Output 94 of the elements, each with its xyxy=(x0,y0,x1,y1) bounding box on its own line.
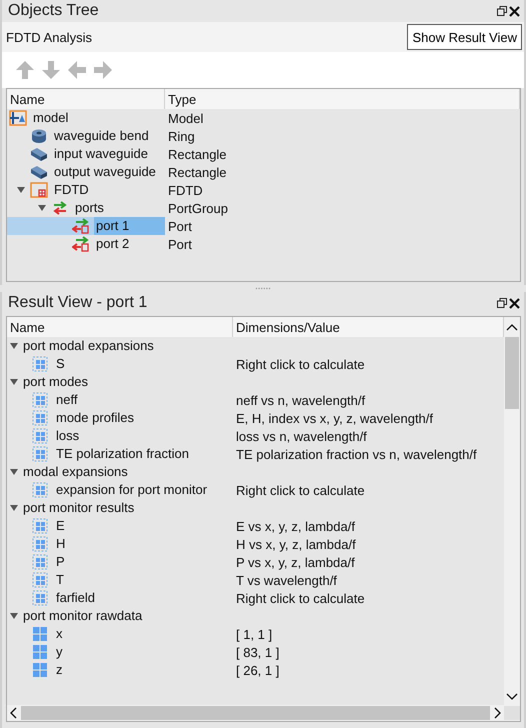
value-cell-text: Right click to calculate xyxy=(235,356,365,372)
expand-arrow-icon[interactable] xyxy=(7,343,21,349)
close-icon[interactable] xyxy=(509,298,520,308)
result-item[interactable]: TE polarization fraction xyxy=(7,445,233,463)
value-cell-text: [ 26, 1 ] xyxy=(235,662,280,678)
dashed-grid-icon xyxy=(32,572,48,588)
dashed-grid-icon xyxy=(32,410,48,426)
tree-item[interactable]: ports xyxy=(7,199,165,217)
dashed-grid-icon xyxy=(32,590,48,606)
value-cell-text: H vs x, y, z, lambda/f xyxy=(235,536,356,552)
expand-arrow-icon[interactable] xyxy=(14,187,28,193)
result-item[interactable]: H xyxy=(7,535,233,553)
column-header[interactable]: Name xyxy=(7,317,233,337)
port-icon xyxy=(72,236,90,252)
dashed-grid-icon xyxy=(32,392,48,408)
simulation-box-icon xyxy=(30,182,48,198)
dashed-grid-icon xyxy=(32,428,48,444)
dashed-grid-icon xyxy=(32,446,48,462)
result-item[interactable]: E xyxy=(7,517,233,535)
value-cell-text: E vs x, y, z, lambda/f xyxy=(235,518,355,534)
type-cell-text: Rectangle xyxy=(167,146,227,162)
vertical-scrollbar[interactable] xyxy=(504,317,520,705)
group-item[interactable]: port modes xyxy=(7,373,233,391)
tree-item[interactable]: port 2 xyxy=(7,235,165,253)
restore-icon[interactable] xyxy=(497,6,507,16)
tree-item[interactable]: output waveguide xyxy=(7,163,165,181)
result-item[interactable]: neff xyxy=(7,391,233,409)
group-item[interactable]: port modal expansions xyxy=(7,337,233,355)
result-item[interactable]: mode profiles xyxy=(7,409,233,427)
type-cell-text: Port xyxy=(167,236,192,252)
close-icon[interactable] xyxy=(509,6,520,16)
restore-icon[interactable] xyxy=(497,298,507,308)
column-header[interactable]: Name xyxy=(7,89,165,109)
type-cell-text: Ring xyxy=(167,128,195,144)
model-icon xyxy=(9,110,27,126)
value-cell-text: Right click to calculate xyxy=(235,590,365,606)
block-icon xyxy=(30,164,48,180)
tree-item[interactable]: waveguide bend xyxy=(7,127,165,145)
show-result-view-button[interactable]: Show Result View xyxy=(407,24,522,50)
block-icon xyxy=(30,146,48,162)
type-cell-text: Port xyxy=(167,218,192,234)
type-cell-text: Rectangle xyxy=(167,164,227,180)
result-item[interactable]: x xyxy=(7,625,233,643)
result-item[interactable]: T xyxy=(7,571,233,589)
value-cell-text: [ 1, 1 ] xyxy=(235,626,272,642)
value-cell-text: TE polarization fraction vs n, wavelength/f xyxy=(235,446,477,462)
grid-icon xyxy=(32,626,48,642)
result-item[interactable]: loss xyxy=(7,427,233,445)
expand-arrow-icon[interactable] xyxy=(7,505,21,511)
value-cell-text: E, H, index vs x, y, z, wavelength/f xyxy=(235,410,434,426)
cylinder-icon xyxy=(30,128,48,144)
result-item[interactable]: S xyxy=(7,355,233,373)
result-item[interactable]: farfield xyxy=(7,589,233,607)
value-cell-text: Right click to calculate xyxy=(235,482,365,498)
scroll-thumb[interactable] xyxy=(21,706,490,720)
tree-item[interactable]: input waveguide xyxy=(7,145,165,163)
dashed-grid-icon xyxy=(32,518,48,534)
value-cell-text: T vs wavelength/f xyxy=(235,572,337,588)
type-cell-text: PortGroup xyxy=(167,200,228,216)
dashed-grid-icon xyxy=(32,554,48,570)
grid-icon xyxy=(32,662,48,678)
tree-item[interactable]: model xyxy=(7,109,165,127)
port-icon xyxy=(72,218,90,234)
result-item[interactable]: z xyxy=(7,661,233,679)
dashed-grid-icon xyxy=(32,356,48,372)
tree-item[interactable]: port 1 xyxy=(7,217,165,235)
expand-arrow-icon[interactable] xyxy=(35,205,49,211)
value-cell-text: [ 83, 1 ] xyxy=(235,644,280,660)
scroll-thumb[interactable] xyxy=(505,337,519,409)
tree-item[interactable]: FDTD xyxy=(7,181,165,199)
group-item[interactable]: modal expansions xyxy=(7,463,233,481)
result-item[interactable]: P xyxy=(7,553,233,571)
analysis-label: FDTD Analysis xyxy=(6,30,92,44)
arrows-icon xyxy=(51,200,69,216)
result-item[interactable]: y xyxy=(7,643,233,661)
type-cell-text: FDTD xyxy=(167,182,203,198)
column-header[interactable]: Type xyxy=(165,89,520,109)
value-cell-text: neff vs n, wavelength/f xyxy=(235,392,366,408)
dashed-grid-icon xyxy=(32,482,48,498)
result-item[interactable]: expansion for port monitor xyxy=(7,481,233,499)
panel-title: Result View - port 1 xyxy=(8,294,148,312)
expand-arrow-icon[interactable] xyxy=(7,613,21,619)
splitter-grip-icon[interactable] xyxy=(255,287,271,290)
group-item[interactable]: port monitor results xyxy=(7,499,233,517)
value-cell-text: P vs x, y, z, lambda/f xyxy=(235,554,355,570)
value-cell-text: loss vs n, wavelength/f xyxy=(235,428,367,444)
type-cell-text: Model xyxy=(167,110,204,126)
panel-title: Objects Tree xyxy=(8,2,99,20)
horizontal-scrollbar[interactable] xyxy=(7,705,520,721)
dashed-grid-icon xyxy=(32,536,48,552)
expand-arrow-icon[interactable] xyxy=(7,379,21,385)
expand-arrow-icon[interactable] xyxy=(7,469,21,475)
grid-icon xyxy=(32,644,48,660)
group-item[interactable]: port monitor rawdata xyxy=(7,607,233,625)
